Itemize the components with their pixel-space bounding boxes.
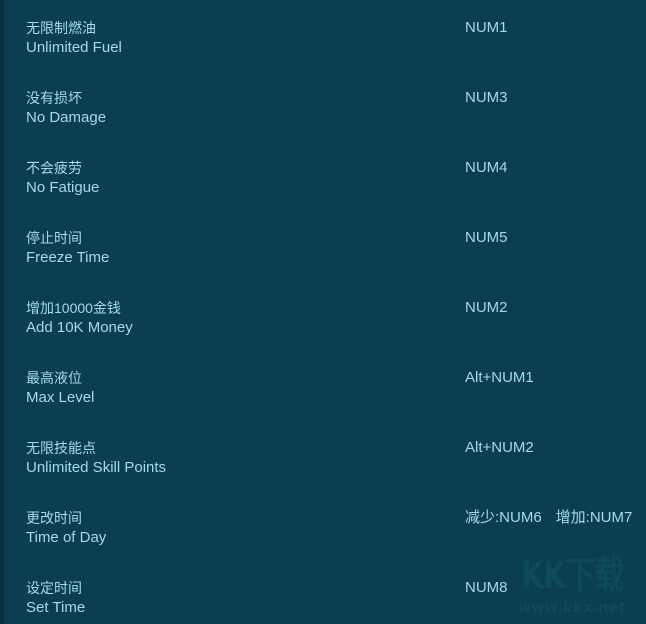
cheat-name-english: Unlimited Skill Points	[26, 459, 167, 476]
cheat-name-chinese: 停止时间	[26, 230, 82, 246]
cheat-hotkey-group: NUM1	[465, 18, 508, 38]
cheat-row[interactable]: 无限制燃油 Unlimited Fuel NUM1	[4, 18, 646, 88]
cheat-name-english: Time of Day	[26, 529, 107, 546]
cheat-name-english: No Fatigue	[26, 179, 100, 196]
cheat-hotkey-group: Alt+NUM1	[465, 368, 534, 388]
cheat-hotkey[interactable]: NUM8	[465, 578, 508, 598]
cheat-label-group: 更改时间 Time of Day	[26, 508, 106, 548]
cheat-name-chinese: 增加10000金钱	[26, 300, 121, 316]
cheat-name-chinese: 不会疲劳	[26, 160, 82, 176]
cheat-name-chinese: 设定时间	[26, 580, 82, 596]
cheat-name-chinese: 最高液位	[26, 370, 82, 386]
cheat-name-english: Max Level	[26, 389, 95, 406]
trainer-cheat-panel: KK下载 www.kkx.net 无限制燃油 Unlimited Fuel NU…	[0, 0, 646, 624]
cheat-label-group: 不会疲劳 No Fatigue	[26, 158, 99, 198]
cheat-name-english: Set Time	[26, 599, 86, 616]
cheat-label-group: 最高液位 Max Level	[26, 368, 94, 408]
cheat-row[interactable]: 不会疲劳 No Fatigue NUM4	[4, 158, 646, 228]
cheat-hotkey-increase[interactable]: 增加:NUM7	[556, 508, 633, 528]
cheat-name-english: Unlimited Fuel	[26, 39, 122, 56]
cheat-hotkey[interactable]: NUM1	[465, 18, 508, 38]
cheat-hotkey[interactable]: NUM2	[465, 298, 508, 318]
cheat-hotkey-group: NUM4	[465, 158, 508, 178]
cheat-row[interactable]: 最高液位 Max Level Alt+NUM1	[4, 368, 646, 438]
cheat-hotkey[interactable]: NUM5	[465, 228, 508, 248]
cheat-name-chinese: 更改时间	[26, 510, 82, 526]
cheat-name-english: No Damage	[26, 109, 107, 126]
cheat-hotkey-group: 减少:NUM6 增加:NUM7	[465, 508, 632, 528]
cheat-label-group: 增加10000金钱 Add 10K Money	[26, 298, 133, 338]
cheat-list: 无限制燃油 Unlimited Fuel NUM1 没有损坏 No Damage…	[4, 0, 646, 624]
cheat-name-english: Add 10K Money	[26, 319, 133, 336]
cheat-hotkey[interactable]: NUM3	[465, 88, 508, 108]
cheat-row[interactable]: 增加10000金钱 Add 10K Money NUM2	[4, 298, 646, 368]
cheat-row[interactable]: 设定时间 Set Time NUM8	[4, 578, 646, 624]
cheat-label-group: 停止时间 Freeze Time	[26, 228, 109, 268]
cheat-name-chinese: 没有损坏	[26, 90, 82, 106]
cheat-label-group: 无限技能点 Unlimited Skill Points	[26, 438, 166, 478]
cheat-label-group: 无限制燃油 Unlimited Fuel	[26, 18, 122, 58]
cheat-hotkey-group: Alt+NUM2	[465, 438, 534, 458]
cheat-hotkey-group: NUM8	[465, 578, 508, 598]
cheat-row[interactable]: 更改时间 Time of Day 减少:NUM6 增加:NUM7	[4, 508, 646, 578]
cheat-hotkey-group: NUM5	[465, 228, 508, 248]
cheat-name-chinese: 无限制燃油	[26, 20, 96, 36]
cheat-hotkey[interactable]: NUM4	[465, 158, 508, 178]
cheat-hotkey[interactable]: Alt+NUM2	[465, 438, 534, 458]
cheat-label-group: 没有损坏 No Damage	[26, 88, 106, 128]
cheat-name-chinese: 无限技能点	[26, 440, 96, 456]
cheat-hotkey[interactable]: Alt+NUM1	[465, 368, 534, 388]
cheat-row[interactable]: 没有损坏 No Damage NUM3	[4, 88, 646, 158]
cheat-hotkey-decrease[interactable]: 减少:NUM6	[465, 508, 542, 528]
cheat-row[interactable]: 无限技能点 Unlimited Skill Points Alt+NUM2	[4, 438, 646, 508]
cheat-hotkey-group: NUM3	[465, 88, 508, 108]
cheat-name-english: Freeze Time	[26, 249, 110, 266]
cheat-hotkey-group: NUM2	[465, 298, 508, 318]
cheat-label-group: 设定时间 Set Time	[26, 578, 85, 618]
cheat-row[interactable]: 停止时间 Freeze Time NUM5	[4, 228, 646, 298]
